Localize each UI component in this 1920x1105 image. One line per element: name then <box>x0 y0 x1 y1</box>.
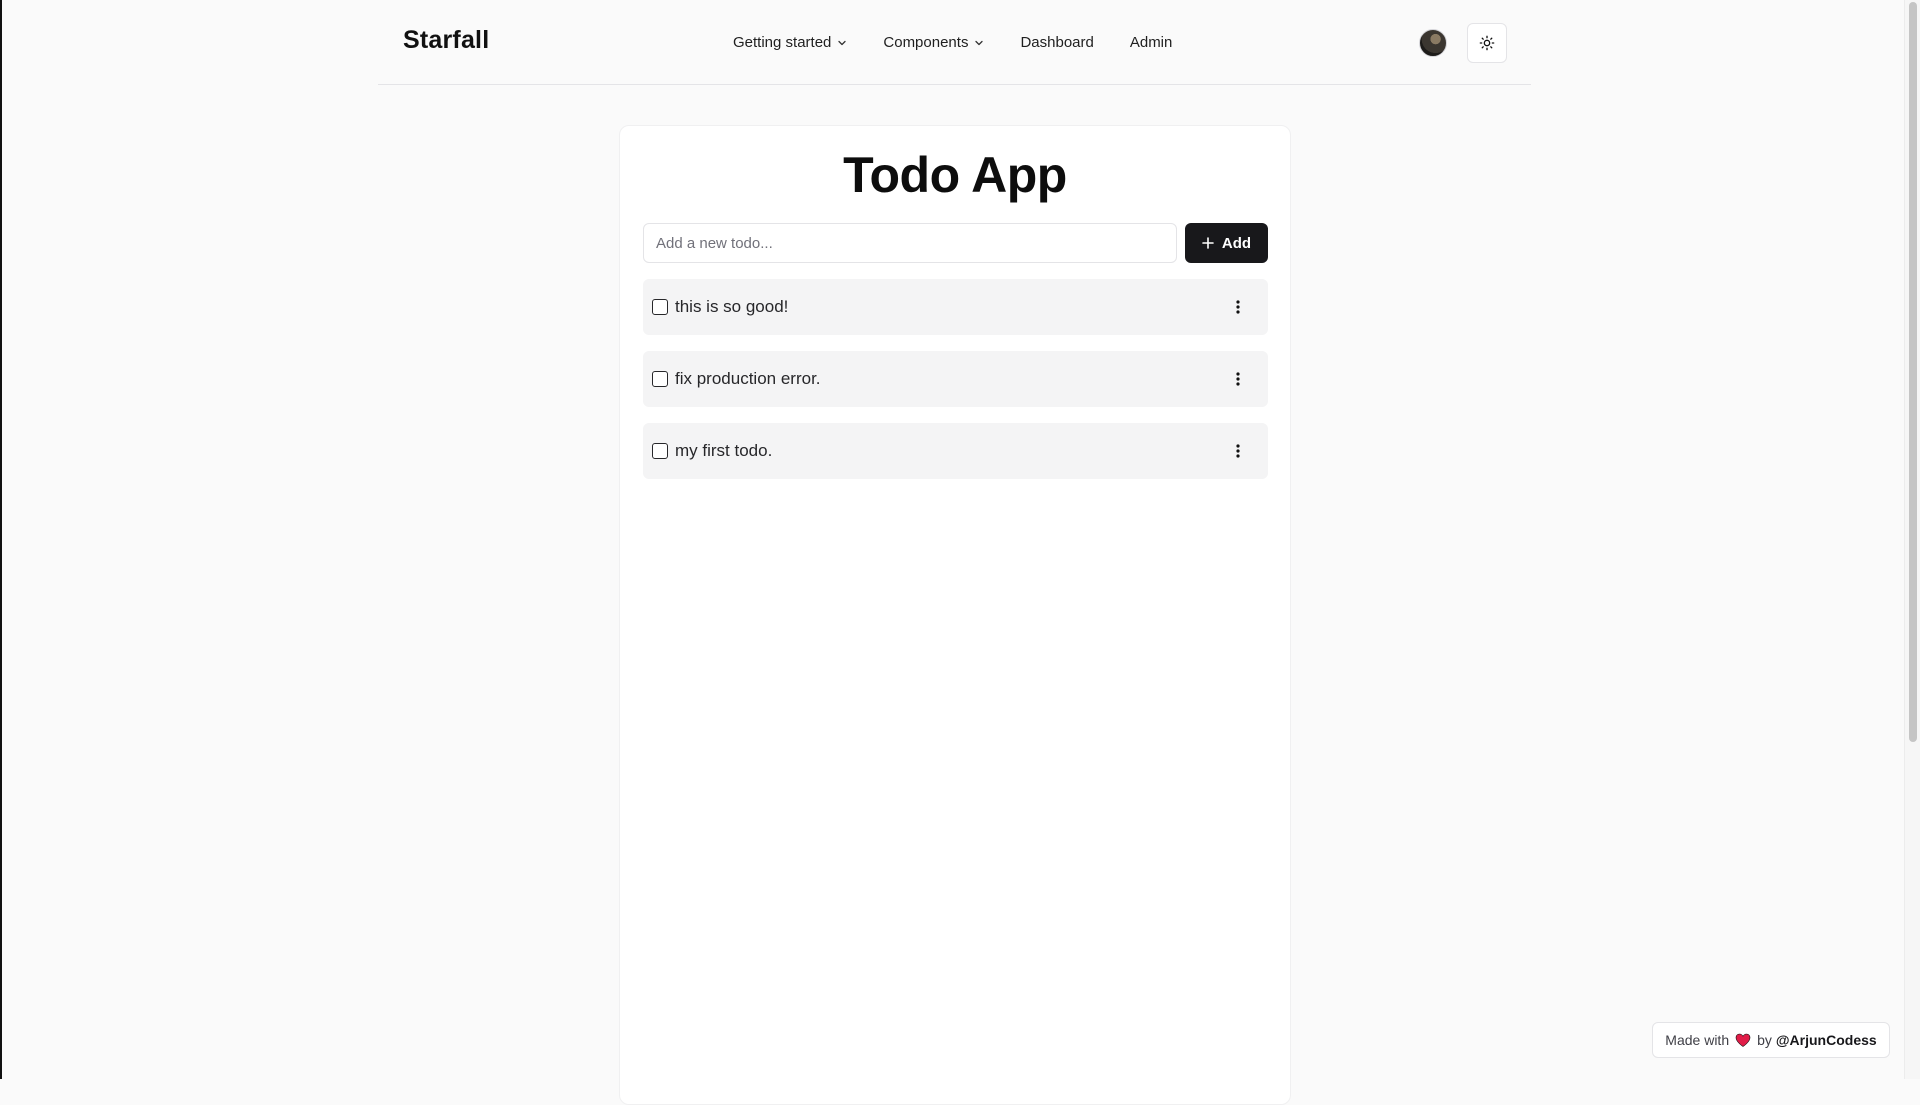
nav-label: Components <box>883 34 969 51</box>
nav-label: Getting started <box>733 34 832 51</box>
todo-list: this is so good! fix production error. m… <box>643 279 1268 495</box>
add-button-label: Add <box>1221 234 1252 252</box>
theme-toggle-button[interactable] <box>1467 23 1507 63</box>
badge-by: by <box>1757 1032 1772 1048</box>
sun-icon <box>1479 35 1495 51</box>
nav-dashboard[interactable]: Dashboard <box>1020 34 1093 51</box>
new-todo-input[interactable] <box>643 223 1177 263</box>
todo-menu-button[interactable] <box>1228 369 1248 389</box>
badge-made-with: Made with <box>1665 1032 1730 1048</box>
more-vertical-icon <box>1236 444 1240 458</box>
add-todo-button[interactable]: Add <box>1185 223 1268 263</box>
chevron-down-icon <box>975 40 984 45</box>
top-navbar: Starfall Getting started Components Dash… <box>378 0 1531 85</box>
todo-text: my first todo. <box>675 441 773 460</box>
brand-logo[interactable]: Starfall <box>403 26 489 55</box>
more-vertical-icon <box>1236 300 1240 314</box>
todo-checkbox[interactable] <box>652 371 668 387</box>
badge-handle[interactable]: @ArjunCodess <box>1776 1032 1877 1048</box>
nav-components[interactable]: Components <box>883 34 984 51</box>
todo-menu-button[interactable] <box>1228 441 1248 461</box>
nav-label: Dashboard <box>1020 34 1094 51</box>
todo-menu-button[interactable] <box>1228 297 1248 317</box>
nav-admin[interactable]: Admin <box>1130 34 1173 51</box>
chevron-down-icon <box>838 40 847 45</box>
todo-item: fix production error. <box>643 351 1268 407</box>
vertical-scrollbar[interactable] <box>1904 0 1920 1079</box>
plus-icon <box>1202 237 1214 249</box>
todo-card: Todo App Add this is so good! fix produc… <box>619 125 1291 1105</box>
main-nav: Getting started Components Dashboard Adm… <box>733 0 1172 85</box>
window-edge <box>0 0 2 1079</box>
todo-item: this is so good! <box>643 279 1268 335</box>
todo-text: this is so good! <box>675 297 789 316</box>
user-avatar[interactable] <box>1419 29 1447 57</box>
more-vertical-icon <box>1236 372 1240 386</box>
scrollbar-thumb[interactable] <box>1909 2 1917 742</box>
nav-label: Admin <box>1129 34 1173 51</box>
nav-getting-started[interactable]: Getting started <box>733 34 847 51</box>
todo-checkbox[interactable] <box>652 443 668 459</box>
todo-checkbox[interactable] <box>652 299 668 315</box>
made-with-badge[interactable]: Made with by @ArjunCodess <box>1652 1022 1890 1058</box>
heart-icon <box>1735 1033 1751 1047</box>
page-title: Todo App <box>843 147 1067 203</box>
todo-item: my first todo. <box>643 423 1268 479</box>
todo-text: fix production error. <box>675 369 821 388</box>
